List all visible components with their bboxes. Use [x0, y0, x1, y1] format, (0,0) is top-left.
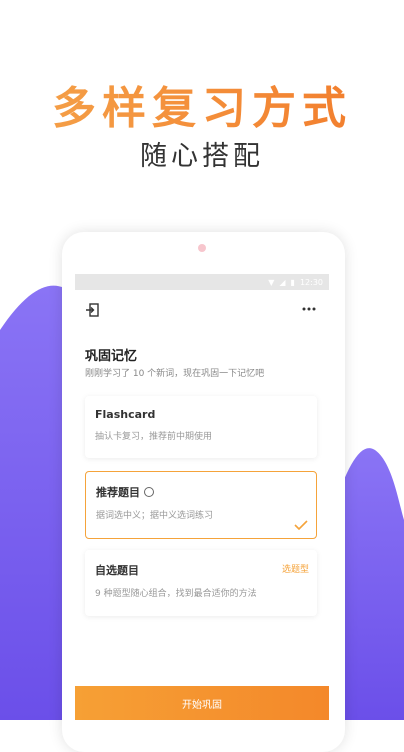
option-desc: 9 种题型随心组合，找到最合适你的方法: [95, 589, 257, 599]
signal-icon: ◢: [279, 277, 286, 287]
page-title: 巩固记忆: [85, 349, 138, 364]
status-bar: ▼ ◢ ▮ 12:30: [75, 274, 329, 290]
select-type-link[interactable]: 选题型: [282, 562, 309, 575]
option-title: 自选题目: [95, 564, 139, 577]
phone-camera: [198, 244, 206, 252]
promo-subheadline: 随心搭配: [140, 141, 264, 172]
option-desc: 据词选中义；据中义选词练习: [96, 511, 214, 521]
status-time: 12:30: [299, 277, 323, 287]
app-screen: 巩固记忆 刚刚学习了 10 个新词，现在巩固一下记忆吧 Flashcard 抽认…: [75, 290, 329, 720]
option-flashcard[interactable]: Flashcard 抽认卡复习，推荐前中期使用: [85, 396, 317, 458]
promo-headline: 多样复习方式: [0, 72, 404, 136]
option-recommended[interactable]: 推荐题目 据词选中义；据中义选词练习: [85, 471, 317, 539]
exit-icon[interactable]: [85, 302, 101, 318]
option-custom[interactable]: 自选题目 9 种题型随心组合，找到最合适你的方法 选题型: [85, 550, 317, 616]
option-desc: 抽认卡复习，推荐前中期使用: [95, 432, 213, 442]
wifi-icon: ▼: [268, 277, 275, 287]
more-icon[interactable]: [301, 304, 317, 314]
option-title: 推荐题目: [96, 486, 140, 499]
start-button[interactable]: 开始巩固: [75, 686, 329, 720]
checkmark-icon: [294, 520, 308, 530]
page-description: 刚刚学习了 10 个新词，现在巩固一下记忆吧: [85, 369, 265, 379]
info-icon[interactable]: [144, 487, 154, 497]
option-title: Flashcard: [95, 408, 156, 421]
battery-icon: ▮: [290, 277, 295, 287]
